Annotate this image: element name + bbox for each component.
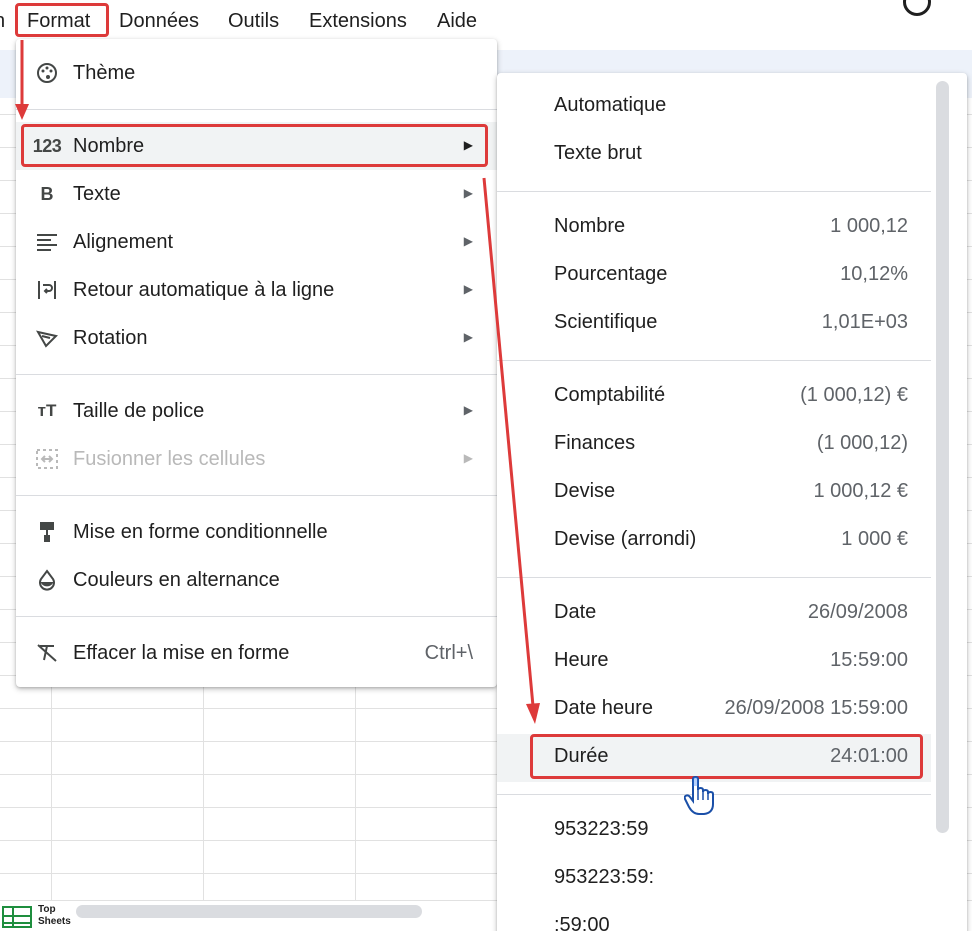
hand-cursor-icon [684, 776, 714, 815]
annotation-arrowhead-1 [15, 104, 29, 120]
annotation-arrowhead-2 [526, 703, 540, 724]
annotation-arrow-2 [482, 177, 535, 707]
screenshot-root: n Format Données Outils Extensions Aide … [0, 0, 972, 931]
annotation-arrows [15, 40, 540, 724]
